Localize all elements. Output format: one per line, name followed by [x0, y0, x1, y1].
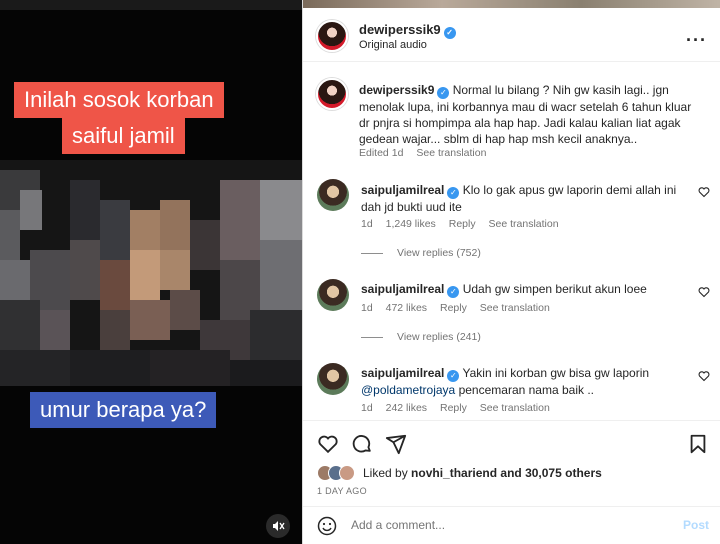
comment-meta: 1d 1,249 likes Reply See translation	[361, 218, 569, 230]
top-image-strip	[303, 0, 720, 8]
caption-line-2: saiful jamil	[62, 118, 185, 154]
replies-divider	[361, 336, 383, 338]
comment-meta: 1d 242 likes Reply See translation	[361, 402, 560, 414]
reply-button[interactable]: Reply	[440, 302, 467, 314]
speaker-muted-icon[interactable]	[266, 514, 290, 538]
view-replies-button[interactable]: View replies (241)	[361, 331, 481, 343]
caption-meta: Edited 1d See translation	[359, 147, 496, 159]
share-icon[interactable]	[385, 433, 407, 455]
screenshot: Inilah sosok korban saiful jamil umur be…	[0, 0, 720, 544]
comment-time[interactable]: 1d	[361, 402, 373, 414]
avatar[interactable]	[317, 179, 349, 211]
audio-label[interactable]: Original audio	[359, 39, 427, 51]
pixelated-face-image	[0, 160, 302, 386]
video-caption-top: Inilah sosok korban saiful jamil	[14, 82, 238, 154]
replies-divider	[361, 252, 383, 254]
header-username[interactable]: dewiperssik9 ✓	[359, 22, 456, 39]
comment-like-heart-icon[interactable]	[698, 370, 710, 382]
comment-input[interactable]	[351, 518, 651, 532]
comment-likes[interactable]: 242 likes	[386, 402, 427, 414]
comment-text: Yakin ini korban gw bisa gw laporin	[462, 366, 650, 380]
action-bar	[303, 420, 720, 460]
comment-time[interactable]: 1d	[361, 218, 373, 230]
more-dots-icon[interactable]: ···	[686, 30, 707, 51]
reply-button[interactable]: Reply	[449, 218, 476, 230]
view-replies-label[interactable]: View replies (752)	[397, 247, 481, 259]
comment-1: saipuljamilreal ✓ Klo lo gak apus gw lapo…	[361, 182, 691, 215]
video-top-strip	[0, 0, 302, 10]
comment-username[interactable]: saipuljamilreal	[361, 282, 444, 296]
comment-time[interactable]: 1d	[361, 302, 373, 314]
comment-likes[interactable]: 1,249 likes	[386, 218, 436, 230]
view-replies-button[interactable]: View replies (752)	[361, 247, 481, 259]
comment-username[interactable]: saipuljamilreal	[361, 366, 444, 380]
emoji-icon[interactable]	[317, 516, 337, 536]
caption-line-1: Inilah sosok korban	[14, 82, 224, 118]
view-replies-label[interactable]: View replies (241)	[397, 331, 481, 343]
comment-username[interactable]: saipuljamilreal	[361, 183, 444, 197]
add-comment-bar: Post	[303, 506, 720, 544]
heart-icon[interactable]	[317, 433, 339, 455]
see-translation-link[interactable]: See translation	[489, 218, 559, 230]
post-caption: dewiperssik9 ✓ Normal lu bilang ? Nih gw …	[359, 82, 705, 147]
reply-button[interactable]: Reply	[440, 402, 467, 414]
post-time-ago[interactable]: 1 DAY AGO	[317, 486, 367, 496]
post-panel: dewiperssik9 ✓ Original audio ··· dewiper…	[302, 0, 720, 544]
comment-like-heart-icon[interactable]	[698, 186, 710, 198]
avatar[interactable]	[316, 78, 348, 110]
see-translation-link[interactable]: See translation	[480, 302, 550, 314]
avatar[interactable]	[317, 363, 349, 395]
mention-link[interactable]: @poldametrojaya	[361, 383, 455, 397]
avatar[interactable]	[316, 20, 348, 52]
see-translation-link[interactable]: See translation	[480, 402, 550, 414]
comment-2: saipuljamilreal ✓ Udah gw simpen berikut …	[361, 281, 691, 298]
post-header: dewiperssik9 ✓ Original audio ···	[303, 8, 720, 62]
video-caption-question: umur berapa ya?	[30, 392, 217, 428]
caption-username[interactable]: dewiperssik9	[359, 83, 434, 97]
comment-text: Udah gw simpen berikut akun loee	[462, 282, 647, 296]
comment-icon[interactable]	[351, 433, 373, 455]
edited-label: Edited	[359, 147, 389, 159]
verified-badge-icon: ✓	[437, 87, 450, 99]
liked-by-prefix: Liked by	[363, 466, 408, 480]
verified-badge-icon: ✓	[447, 187, 460, 199]
bookmark-icon[interactable]	[687, 433, 709, 455]
comment-meta: 1d 472 likes Reply See translation	[361, 302, 560, 314]
see-translation-link[interactable]: See translation	[416, 147, 486, 159]
comment-likes[interactable]: 472 likes	[386, 302, 427, 314]
verified-badge-icon: ✓	[443, 27, 456, 39]
header-username-text[interactable]: dewiperssik9	[359, 22, 441, 37]
comment-3: saipuljamilreal ✓ Yakin ini korban gw bis…	[361, 365, 691, 398]
comment-text-continued: pencemaran nama baik ..	[458, 383, 594, 397]
post-button[interactable]: Post	[683, 518, 709, 532]
caption-time[interactable]: 1d	[392, 147, 404, 159]
verified-badge-icon: ✓	[447, 286, 460, 298]
liked-by-count[interactable]: and 30,075 others	[500, 466, 601, 480]
reel-video[interactable]: Inilah sosok korban saiful jamil umur be…	[0, 0, 302, 544]
liked-by-user[interactable]: novhi_thariend	[411, 466, 497, 480]
comment-like-heart-icon[interactable]	[698, 286, 710, 298]
verified-badge-icon: ✓	[447, 370, 460, 382]
likes-summary: Liked by novhi_thariend and 30,075 other…	[317, 465, 602, 481]
avatar[interactable]	[317, 279, 349, 311]
liker-avatar	[339, 465, 355, 481]
